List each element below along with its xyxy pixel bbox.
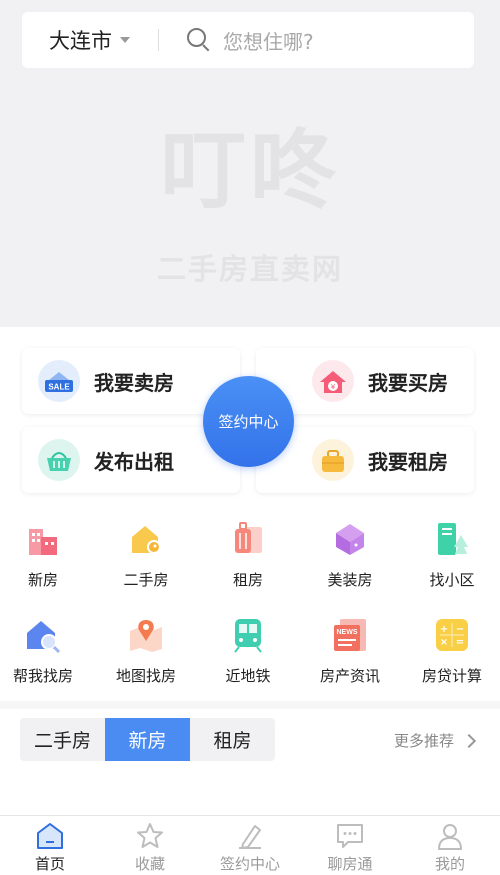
suitcase-icon [312,439,354,481]
sign-center-label: 签约中心 [218,413,279,431]
basket-icon [38,439,80,481]
grid-label: 美装房 [327,571,373,589]
svg-text:×: × [440,637,448,648]
grid-item-new-house[interactable]: 新房 [0,521,93,590]
search-divider [158,29,159,51]
search-icon [187,28,211,52]
grid-item-map-find[interactable]: 地图找房 [96,617,196,686]
nav-label: 我的 [434,855,465,873]
more-recommend-label: 更多推荐 [393,732,454,750]
publish-rent-label: 发布出租 [94,449,174,474]
nav-item-chat[interactable]: 聊房通 [300,816,400,875]
nav-label: 收藏 [134,855,165,873]
sign-icon [235,822,265,850]
rent-house-label: 我要租房 [368,449,448,474]
grid-label: 租房 [232,571,263,589]
sale-icon: SALE [38,360,80,402]
nav-item-favorites[interactable]: 收藏 [100,816,200,875]
nav-label: 聊房通 [327,855,373,873]
tab-rent[interactable]: 租房 [190,718,275,761]
sell-house-label: 我要卖房 [94,370,174,395]
subway-icon [230,617,266,653]
brand-logo: 叮咚 [160,121,340,221]
nav-label: 首页 [34,855,65,873]
calculator-icon: + − × = [434,617,470,653]
brand-subtitle: 二手房直卖网 [156,252,343,286]
tab-new-house[interactable]: 新房 [105,718,190,761]
nav-item-sign-center[interactable]: 签约中心 [200,816,300,875]
city-selector[interactable]: 大连市 [49,25,130,55]
star-icon [135,822,165,850]
grid-item-second-hand[interactable]: 二手房 [96,521,196,590]
grid-item-loan-calc[interactable]: + − × = 房贷计算 [402,617,500,686]
grid-item-community[interactable]: 找小区 [402,521,500,590]
city-label: 大连市 [49,29,112,53]
grid-item-subway[interactable]: 近地铁 [198,617,298,686]
chat-icon [335,822,365,850]
nav-label: 签约中心 [219,855,280,873]
bottom-nav: 首页 收藏 签约中心 聊房通 我的 [0,815,500,875]
hero-banner: 大连市 您想住哪? 叮咚 二手房直卖网 [0,0,500,327]
grid-item-rent[interactable]: 租房 [198,521,298,590]
community-icon [434,521,470,557]
chevron-down-icon [120,37,130,43]
more-recommend-link[interactable]: 更多推荐 [393,730,477,751]
grid-label: 找小区 [429,571,475,589]
map-pin-icon [128,617,164,653]
chevron-right-icon [461,733,477,748]
house-key-icon [128,521,164,557]
grid-item-decorated[interactable]: 美装房 [300,521,400,590]
grid-label: 新房 [27,571,58,589]
grid-label: 房贷计算 [421,667,482,685]
tab-second-hand[interactable]: 二手房 [20,718,105,761]
recommend-tabs: 二手房 新房 租房 [20,718,275,761]
house-search-icon [25,617,61,654]
grid-label: 二手房 [123,571,169,589]
search-bar[interactable]: 大连市 您想住哪? [22,12,474,68]
user-icon [435,822,465,850]
nav-item-mine[interactable]: 我的 [400,816,500,875]
grid-label: 房产资讯 [319,667,380,685]
search-input[interactable]: 您想住哪? [223,26,314,55]
svg-text:+: + [440,624,448,635]
svg-text:SALE: SALE [48,383,70,392]
grid-label: 地图找房 [115,667,176,685]
house-yen-icon: ¥ [312,360,354,402]
grid-item-news[interactable]: NEWS 房产资讯 [300,617,400,686]
svg-text:=: = [456,637,464,648]
grid-label: 近地铁 [225,667,271,685]
home-icon [35,822,65,850]
grid-item-help-find[interactable]: 帮我找房 [0,617,93,686]
luggage-icon [230,521,266,557]
sign-center-button[interactable]: 签约中心 [203,376,294,467]
box-icon [332,521,368,557]
section-divider [0,701,500,709]
svg-text:−: − [456,624,464,635]
buy-house-label: 我要买房 [368,370,448,395]
svg-text:NEWS: NEWS [337,629,358,636]
svg-text:¥: ¥ [331,383,336,391]
nav-item-home[interactable]: 首页 [0,816,100,875]
buildings-icon [25,521,61,557]
news-icon: NEWS [332,617,368,653]
grid-label: 帮我找房 [12,667,73,685]
